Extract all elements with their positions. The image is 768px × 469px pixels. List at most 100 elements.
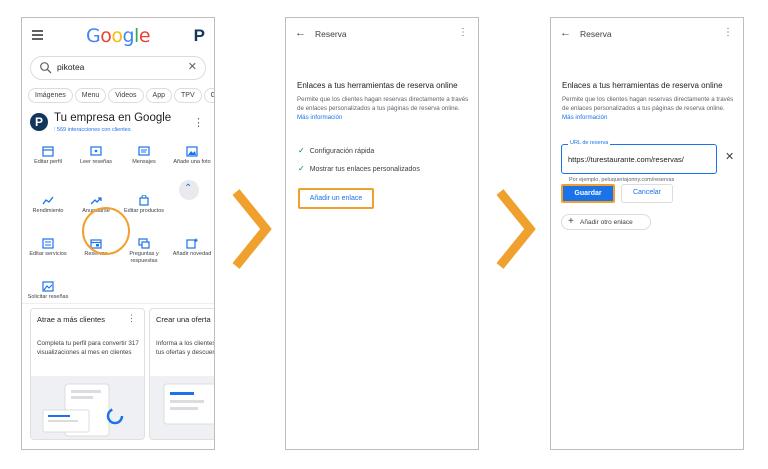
action-label: Rendimiento (32, 208, 64, 214)
action-add-photo[interactable]: Añade una foto (168, 146, 214, 166)
chip-more[interactable]: Go (203, 88, 214, 103)
search-bar[interactable]: pikotea ✕ (30, 56, 206, 80)
check-icon: ✓ (298, 146, 305, 155)
divider (22, 303, 214, 304)
description-text: Permite que los clientes hagan reservas … (297, 96, 469, 112)
action-label: Editar productos (123, 208, 165, 214)
interactions-text: 569 interacciones con clientes (56, 127, 131, 133)
chip-images[interactable]: Imágenes (28, 88, 73, 103)
feature-label: Mostrar tus enlaces personalizados (309, 166, 420, 173)
feature-custom-links: ✓ Mostrar tus enlaces personalizados (298, 164, 420, 173)
more-options-icon[interactable]: ⋮ (458, 27, 468, 38)
action-messages[interactable]: Mensajes (120, 146, 168, 166)
clear-search-icon[interactable]: ✕ (188, 60, 197, 73)
trending-icon (90, 197, 102, 205)
card-body: Completa tu perfil para convertir 317 vi… (37, 340, 139, 356)
action-request-reviews[interactable]: Solicitar reseñas (24, 281, 72, 301)
app-bar: ← Reserva ⋮ (551, 18, 743, 52)
action-label: Mensajes (132, 159, 156, 165)
search-icon (40, 62, 52, 74)
chip-videos[interactable]: Videos (108, 88, 144, 103)
booking-url-form-screen: ← Reserva ⋮ Enlaces a tus herramientas d… (550, 17, 744, 450)
reviews-icon (90, 146, 102, 156)
clear-url-icon[interactable]: ✕ (725, 150, 734, 163)
business-interactions: ⫶ 569 interacciones con clientes (54, 127, 131, 134)
cancel-button[interactable]: Cancelar (621, 184, 673, 203)
action-add-update[interactable]: Añadir novedad (168, 238, 214, 258)
url-field-label: URL de reserva (568, 140, 611, 146)
search-query: pikotea (57, 62, 85, 72)
action-edit-products[interactable]: Editar productos (120, 195, 168, 215)
google-top-bar: Google P (22, 18, 214, 54)
card-more-icon[interactable]: ⋮ (127, 313, 136, 324)
description-text: Permite que los clientes hagan reservas … (562, 96, 734, 112)
performance-icon (42, 196, 54, 205)
card-title: Crear una oferta (156, 315, 211, 324)
services-list-icon (42, 238, 54, 249)
cancel-label: Cancelar (632, 189, 661, 196)
logo-letter: o (100, 25, 112, 47)
page-title: Reserva (580, 29, 612, 39)
feature-label: Configuración rápida (309, 148, 375, 155)
shopping-bag-icon (139, 195, 149, 206)
section-description: Permite que los clientes hagan reservas … (297, 95, 469, 122)
messages-icon (138, 146, 150, 156)
url-hint: Por ejemplo, peluqueriajonny.com/reserva… (569, 177, 675, 183)
action-label: Añade una foto (173, 159, 211, 165)
next-step-arrow-icon (496, 189, 536, 269)
card-illustration (150, 376, 214, 439)
back-arrow-icon[interactable]: ← (295, 27, 306, 39)
business-logo: P (30, 113, 48, 131)
profile-illustration-icon (42, 383, 124, 437)
section-title: Enlaces a tus herramientas de reserva on… (562, 81, 723, 90)
save-button[interactable]: Guardar (561, 184, 615, 203)
section-title: Enlaces a tus herramientas de reserva on… (297, 81, 458, 90)
logo-letter: G (85, 25, 101, 47)
chip-app[interactable]: App (145, 88, 173, 103)
search-filter-chips: ImágenesMenuVideosAppTPVGo (28, 84, 214, 103)
collapse-actions-button[interactable]: ⌃ (179, 180, 199, 200)
attract-customers-card[interactable]: Atrae a más clientes ⋮ Completa tu perfi… (30, 308, 145, 440)
more-info-link[interactable]: Más información (562, 114, 607, 121)
card-body: Informa a los clientes de tus ofertas y … (156, 340, 215, 356)
account-avatar[interactable]: P (194, 26, 205, 46)
add-link-button[interactable]: Añadir un enlace (298, 188, 374, 209)
card-title: Atrae a más clientes (37, 315, 105, 324)
offer-illustration-icon (163, 383, 214, 425)
booking-settings-screen: ← Reserva ⋮ Enlaces a tus herramientas d… (285, 17, 479, 450)
back-arrow-icon[interactable]: ← (560, 27, 571, 39)
action-label: Añadir novedad (172, 251, 212, 257)
check-icon: ✓ (298, 164, 305, 173)
plus-icon: + (568, 216, 574, 227)
action-label: Preguntas y respuestas (129, 251, 159, 264)
google-business-phone-screen: Google P pikotea ✕ Imágenes Menu Videos App… (21, 17, 215, 450)
add-another-link-label: Añadir otro enlace (580, 219, 633, 226)
create-offer-card[interactable]: Crear una oferta Informa a los clientes … (149, 308, 215, 440)
google-logo: Google (22, 25, 214, 47)
action-edit-profile[interactable]: Editar perfil (24, 146, 72, 166)
feature-quick-setup: ✓ Configuración rápida (298, 146, 374, 155)
app-bar: ← Reserva ⋮ (286, 18, 478, 52)
more-info-link[interactable]: Más información (297, 114, 342, 121)
logo-letter: o (111, 25, 123, 47)
storefront-icon (42, 146, 54, 157)
action-read-reviews[interactable]: Leer reseñas (72, 146, 120, 166)
action-edit-services[interactable]: Editar servicios (24, 238, 72, 258)
logo-letter: e (138, 25, 151, 47)
booking-url-field[interactable]: URL de reserva https://turestaurante.com… (561, 140, 717, 174)
chip-tpv[interactable]: TPV (174, 88, 202, 103)
more-options-icon[interactable]: ⋮ (723, 27, 733, 38)
add-another-link-button[interactable]: + Añadir otro enlace (561, 214, 651, 230)
chip-menu[interactable]: Menu (74, 88, 107, 103)
url-field-value: https://turestaurante.com/reservas/ (568, 155, 684, 164)
page-title: Reserva (315, 29, 347, 39)
action-label: Editar servicios (29, 251, 67, 257)
photo-icon (186, 146, 198, 157)
add-link-label: Añadir un enlace (309, 195, 363, 202)
logo-letter: g (122, 25, 135, 47)
chevron-up-icon: ⌃ (184, 183, 193, 194)
action-performance[interactable]: Rendimiento (24, 195, 72, 215)
action-label: Editar perfil (34, 159, 62, 165)
business-profile-header: P Tu empresa en Google ⫶ 569 interaccion… (28, 112, 208, 140)
more-options-icon[interactable]: ⋮ (193, 116, 204, 129)
